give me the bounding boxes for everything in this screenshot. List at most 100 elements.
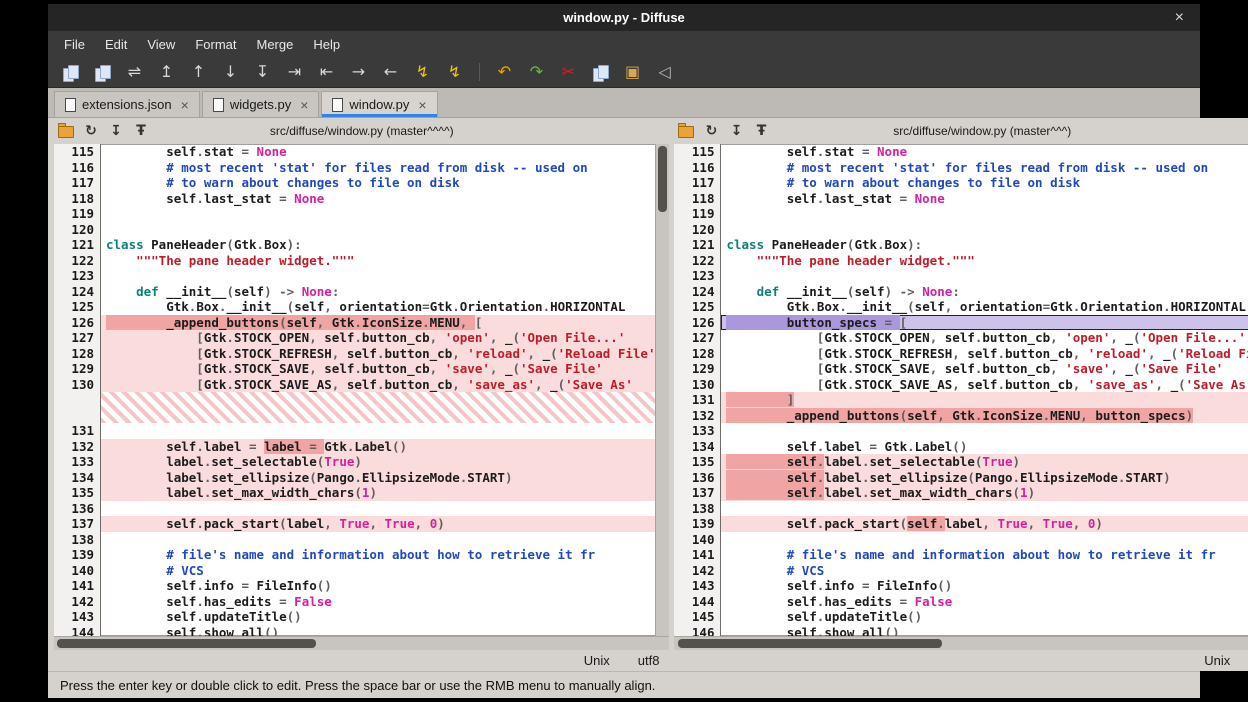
menu-file[interactable]: File xyxy=(54,33,95,56)
open-file-icon[interactable] xyxy=(677,122,695,140)
left-vertical-scrollbar[interactable] xyxy=(655,144,669,636)
code-line-121[interactable]: 121class PaneHeader(Gtk.Box): xyxy=(674,237,1248,253)
code-line-116[interactable]: 116 # most recent 'stat' for files read … xyxy=(674,160,1248,176)
code-line-126[interactable]: 126 _append_buttons(self, Gtk.IconSize.M… xyxy=(54,315,655,331)
tab-extensions.json[interactable]: extensions.json× xyxy=(54,91,200,117)
code-line-122[interactable]: 122 """The pane header widget.""" xyxy=(54,253,655,269)
code-line-135[interactable]: 135 label.set_max_width_chars(1) xyxy=(54,485,655,501)
undo-button[interactable]: ↶ xyxy=(492,60,517,84)
realign-all-button[interactable]: ⇌ xyxy=(122,60,147,84)
code-line-131[interactable]: 131 xyxy=(54,423,655,439)
code-line-138[interactable]: 138 xyxy=(54,532,655,548)
code-line-122[interactable]: 122 """The pane header widget.""" xyxy=(674,253,1248,269)
code-line-116[interactable]: 116 # most recent 'stat' for files read … xyxy=(54,160,655,176)
copy-button[interactable] xyxy=(588,60,613,84)
first-difference-button[interactable]: ↥ xyxy=(154,60,179,84)
menu-edit[interactable]: Edit xyxy=(95,33,137,56)
menu-format[interactable]: Format xyxy=(185,33,246,56)
copy-selection-left-button[interactable]: ← xyxy=(378,60,403,84)
menu-view[interactable]: View xyxy=(137,33,185,56)
code-line-117[interactable]: 117 # to warn about changes to file on d… xyxy=(674,175,1248,191)
code-line-117[interactable]: 117 # to warn about changes to file on d… xyxy=(54,175,655,191)
paste-button[interactable]: ▣ xyxy=(620,60,645,84)
code-line-121[interactable]: 121class PaneHeader(Gtk.Box): xyxy=(54,237,655,253)
code-line-133[interactable]: 133 xyxy=(674,423,1248,439)
code-line-127[interactable]: 127 [Gtk.STOCK_OPEN, self.button_cb, 'op… xyxy=(674,330,1248,346)
code-line-139[interactable]: 139 self.pack_start(self.label, True, Tr… xyxy=(674,516,1248,532)
code-line-115[interactable]: 115 self.stat = None xyxy=(54,144,655,160)
copy-selection-right-button[interactable]: → xyxy=(346,60,371,84)
code-line-140[interactable]: 140 # VCS xyxy=(54,563,655,579)
left-code-area[interactable]: 115 self.stat = None116 # most recent 's… xyxy=(54,144,669,636)
code-line-136[interactable]: 136 xyxy=(54,501,655,517)
code-line-118[interactable]: 118 self.last_stat = None xyxy=(674,191,1248,207)
open-file-icon[interactable] xyxy=(57,122,75,140)
tab-close-icon[interactable]: × xyxy=(300,97,308,113)
code-line-131[interactable]: 131 ] xyxy=(674,392,1248,408)
right-horizontal-scrollbar-thumb[interactable] xyxy=(678,639,943,648)
code-line-132[interactable]: 132 _append_buttons(self, Gtk.IconSize.M… xyxy=(674,408,1248,424)
code-line-138[interactable]: 138 xyxy=(674,501,1248,517)
code-line-140[interactable]: 140 xyxy=(674,532,1248,548)
save-file-icon[interactable]: ↧ xyxy=(107,122,125,140)
code-line-124[interactable]: 124 def __init__(self) -> None: xyxy=(674,284,1248,300)
code-line-127[interactable]: 127 [Gtk.STOCK_OPEN, self.button_cb, 'op… xyxy=(54,330,655,346)
code-line-120[interactable]: 120 xyxy=(674,222,1248,238)
right-horizontal-scrollbar[interactable] xyxy=(674,636,1248,650)
tab-window.py[interactable]: window.py× xyxy=(321,91,437,117)
code-line-139[interactable]: 139 # file's name and information about … xyxy=(54,547,655,563)
code-line-144[interactable]: 144 self.show_all() xyxy=(54,625,655,637)
code-line-130[interactable]: 130 [Gtk.STOCK_SAVE_AS, self.button_cb, … xyxy=(54,377,655,393)
last-difference-button[interactable]: ↧ xyxy=(250,60,275,84)
code-line-130[interactable]: 130 [Gtk.STOCK_SAVE_AS, self.button_cb, … xyxy=(674,377,1248,393)
tab-close-icon[interactable]: × xyxy=(418,97,426,113)
window-close-button[interactable]: × xyxy=(1175,4,1184,31)
reload-file-icon[interactable]: ↻ xyxy=(702,122,720,140)
save-file-as-icon[interactable]: Ŧ xyxy=(132,122,150,140)
save-file-as-icon[interactable]: Ŧ xyxy=(752,122,770,140)
cut-button[interactable]: ✂ xyxy=(556,60,581,84)
code-line-120[interactable]: 120 xyxy=(54,222,655,238)
code-line-128[interactable]: 128 [Gtk.STOCK_REFRESH, self.button_cb, … xyxy=(54,346,655,362)
code-line-124[interactable]: 124 def __init__(self) -> None: xyxy=(54,284,655,300)
code-line-118[interactable]: 118 self.last_stat = None xyxy=(54,191,655,207)
tab-widgets.py[interactable]: widgets.py× xyxy=(202,91,320,117)
save-file-icon[interactable]: ↧ xyxy=(727,122,745,140)
left-horizontal-scrollbar[interactable] xyxy=(54,636,669,650)
code-line-142[interactable]: 142 # VCS xyxy=(674,563,1248,579)
code-line-135[interactable]: 135 self.label.set_selectable(True) xyxy=(674,454,1248,470)
code-line-126[interactable]: 126 button_specs = [ xyxy=(674,315,1248,331)
code-line-134[interactable]: 134 label.set_ellipsize(Pango.EllipsizeM… xyxy=(54,470,655,486)
code-line-146[interactable]: 146 self.show_all() xyxy=(674,625,1248,637)
code-line-128[interactable]: 128 [Gtk.STOCK_REFRESH, self.button_cb, … xyxy=(674,346,1248,362)
next-difference-button[interactable]: ↓ xyxy=(218,60,243,84)
left-vertical-scrollbar-thumb[interactable] xyxy=(658,146,667,212)
code-line-143[interactable]: 143 self.info = FileInfo() xyxy=(674,578,1248,594)
code-line-129[interactable]: 129 [Gtk.STOCK_SAVE, self.button_cb, 'sa… xyxy=(54,361,655,377)
menu-merge[interactable]: Merge xyxy=(246,33,303,56)
code-line-119[interactable]: 119 xyxy=(674,206,1248,222)
previous-difference-button[interactable]: ↑ xyxy=(186,60,211,84)
code-line-123[interactable]: 123 xyxy=(54,268,655,284)
shift-pane-left-button[interactable]: ⇤ xyxy=(314,60,339,84)
code-line-133[interactable]: 133 label.set_selectable(True) xyxy=(54,454,655,470)
menu-help[interactable]: Help xyxy=(303,33,350,56)
code-line-144[interactable]: 144 self.has_edits = False xyxy=(674,594,1248,610)
code-line-134[interactable]: 134 self.label = Gtk.Label() xyxy=(674,439,1248,455)
code-line-132[interactable]: 132 self.label = label = Gtk.Label() xyxy=(54,439,655,455)
code-line-142[interactable]: 142 self.has_edits = False xyxy=(54,594,655,610)
redo-button[interactable]: ↷ xyxy=(524,60,549,84)
tab-close-icon[interactable]: × xyxy=(181,97,189,113)
left-horizontal-scrollbar-thumb[interactable] xyxy=(57,639,316,648)
code-line-143[interactable]: 143 self.updateTitle() xyxy=(54,609,655,625)
new-3way-file-merge-button[interactable] xyxy=(90,60,115,84)
new-2way-file-merge-button[interactable] xyxy=(58,60,83,84)
code-line-137[interactable]: 137 self.label.set_max_width_chars(1) xyxy=(674,485,1248,501)
code-line-137[interactable]: 137 self.pack_start(label, True, True, 0… xyxy=(54,516,655,532)
merge-from-left-then-right-button[interactable]: ↯ xyxy=(410,60,435,84)
code-line-145[interactable]: 145 self.updateTitle() xyxy=(674,609,1248,625)
code-line-115[interactable]: 115 self.stat = None xyxy=(674,144,1248,160)
code-line-119[interactable]: 119 xyxy=(54,206,655,222)
shift-pane-right-button[interactable]: ⇥ xyxy=(282,60,307,84)
code-line-136[interactable]: 136 self.label.set_ellipsize(Pango.Ellip… xyxy=(674,470,1248,486)
